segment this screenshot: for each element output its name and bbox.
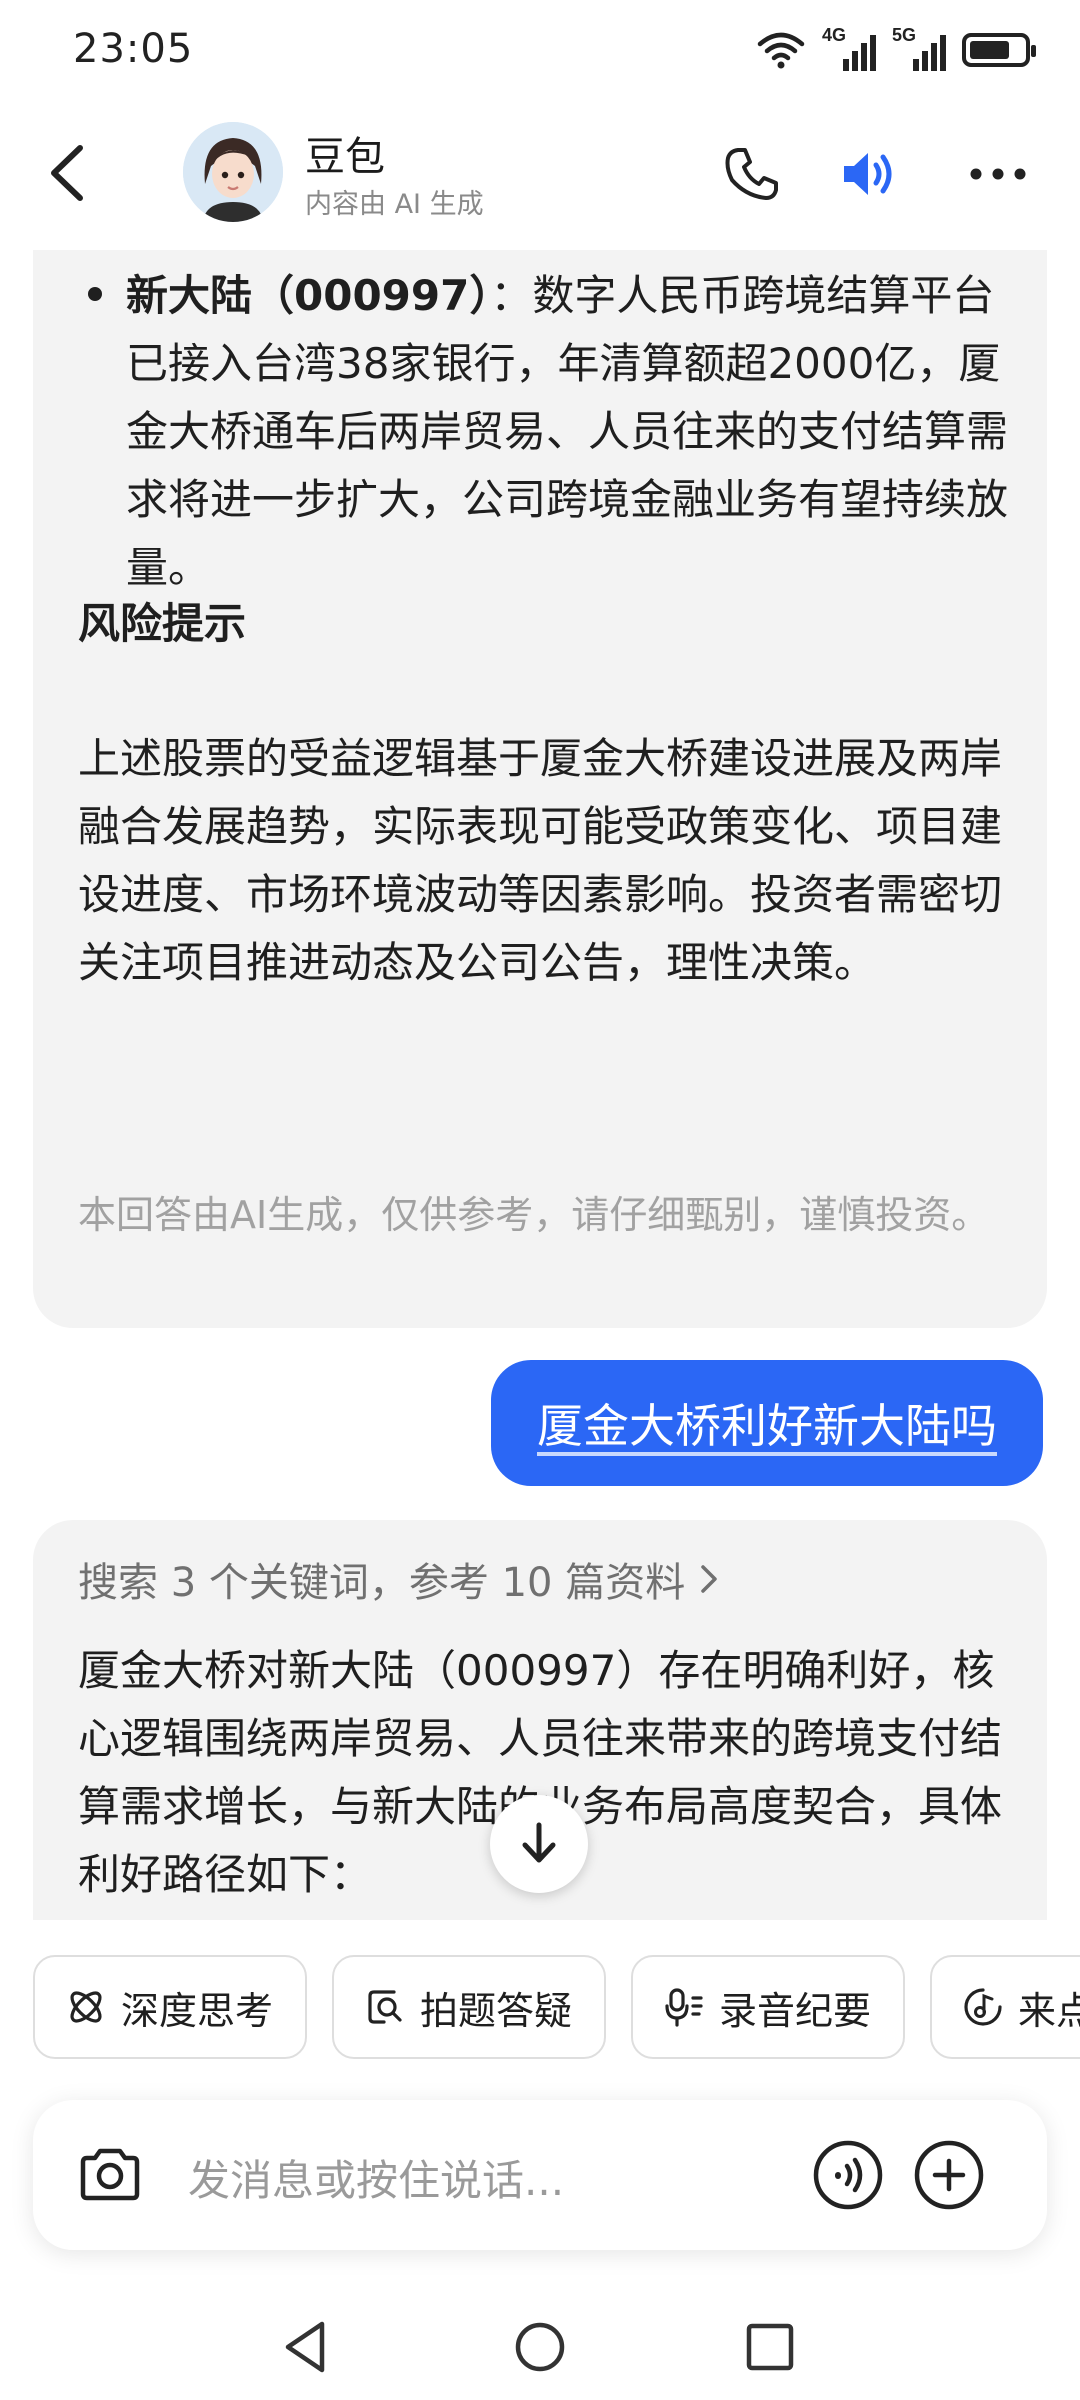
- plus-circle-icon: [914, 2140, 984, 2210]
- user-message-text: 厦金大桥利好新大陆吗: [537, 1399, 997, 1453]
- circle-home-icon: [515, 2322, 565, 2372]
- voice-wave-icon: [813, 2140, 883, 2210]
- search-summary[interactable]: 搜索 3 个关键词，参考 10 篇资料: [78, 1550, 723, 1608]
- arrow-down-icon: [522, 1822, 556, 1863]
- signal-5g-icon: 5G: [892, 25, 946, 73]
- music-note-icon: [964, 1988, 1002, 2026]
- atom-icon: [70, 1991, 102, 2023]
- system-nav-bar: [0, 2290, 1080, 2400]
- user-message[interactable]: 厦金大桥利好新大陆吗: [491, 1360, 1043, 1486]
- chip-photo-question[interactable]: 拍题答疑: [332, 1955, 606, 2059]
- chevron-right-icon: [701, 1565, 717, 1593]
- signal-4g-icon: 4G: [822, 25, 876, 73]
- chip-label: 拍题答疑: [420, 1988, 573, 2033]
- more-icon: [970, 168, 1026, 180]
- phone-icon: [725, 148, 778, 200]
- stock-bullet: 新大陆（000997）：数字人民币跨境结算平台已接入台湾38家银行，年清算额超2…: [126, 262, 1021, 602]
- risk-body: 上述股票的受益逻辑基于厦金大桥建设进展及两岸融合发展趋势，实际表现可能受政策变化…: [78, 734, 1003, 987]
- voice-call-button[interactable]: [811, 2138, 885, 2212]
- avatar[interactable]: [183, 122, 283, 222]
- quick-actions: 深度思考 拍题答疑 录音纪要 来点: [0, 1955, 1080, 2060]
- ai-disclaimer: 本回答由AI生成，仅供参考，请仔细甄别，谨慎投资。: [78, 1193, 990, 1237]
- camera-button[interactable]: [73, 2138, 147, 2212]
- chat-header: 豆包 内容由 AI 生成: [0, 100, 1080, 250]
- add-attachment-button[interactable]: [912, 2138, 986, 2212]
- assistant-message: 新大陆（000997）：数字人民币跨境结算平台已接入台湾38家银行，年清算额超2…: [33, 250, 1047, 1328]
- call-button[interactable]: [720, 142, 784, 206]
- status-time: 23:05: [73, 26, 194, 72]
- nav-home-button[interactable]: [505, 2312, 575, 2382]
- voice-playback-button[interactable]: [838, 142, 902, 206]
- risk-heading: 风险提示: [78, 599, 247, 648]
- battery-icon: [962, 33, 1036, 67]
- microphone-icon: [665, 1988, 703, 2027]
- assistant-avatar-icon: [183, 122, 283, 222]
- chip-deep-thinking[interactable]: 深度思考: [33, 1955, 307, 2059]
- camera-icon: [80, 2148, 140, 2201]
- more-options-button[interactable]: [966, 142, 1030, 206]
- chat-title: 豆包: [305, 134, 385, 180]
- chat-area[interactable]: 新大陆（000997）：数字人民币跨境结算平台已接入台湾38家银行，年清算额超2…: [0, 250, 1080, 1920]
- ai-generated-label: 内容由 AI 生成: [305, 189, 484, 220]
- battery-level: [970, 41, 1009, 59]
- search-summary-text: 搜索 3 个关键词，参考 10 篇资料: [78, 1560, 686, 1606]
- square-recents-icon: [746, 2323, 794, 2371]
- photo-search-icon: [368, 1990, 402, 2024]
- stock-name: 新大陆（000997）: [126, 271, 491, 320]
- status-icons: 4G 5G: [756, 24, 1036, 76]
- chip-label: 录音纪要: [719, 1988, 872, 2033]
- chevron-left-icon: [51, 145, 83, 201]
- message-input-bar: 发消息或按住说话...: [33, 2100, 1047, 2250]
- wifi-icon: [757, 32, 805, 69]
- chip-label: 来点: [1018, 1988, 1080, 2033]
- chip-recording-notes[interactable]: 录音纪要: [631, 1955, 905, 2059]
- nav-back-button[interactable]: [270, 2312, 340, 2382]
- chip-music[interactable]: 来点: [930, 1955, 1080, 2059]
- chip-label: 深度思考: [121, 1988, 274, 2033]
- message-input[interactable]: 发消息或按住说话...: [188, 2147, 564, 2208]
- triangle-back-icon: [285, 2321, 325, 2373]
- nav-recents-button[interactable]: [735, 2312, 805, 2382]
- back-button[interactable]: [40, 138, 100, 208]
- bullet-dot: [88, 287, 102, 301]
- speaker-icon: [844, 153, 892, 195]
- scroll-to-bottom-button[interactable]: [490, 1795, 588, 1893]
- status-bar: 23:05 4G 5G: [0, 0, 1080, 100]
